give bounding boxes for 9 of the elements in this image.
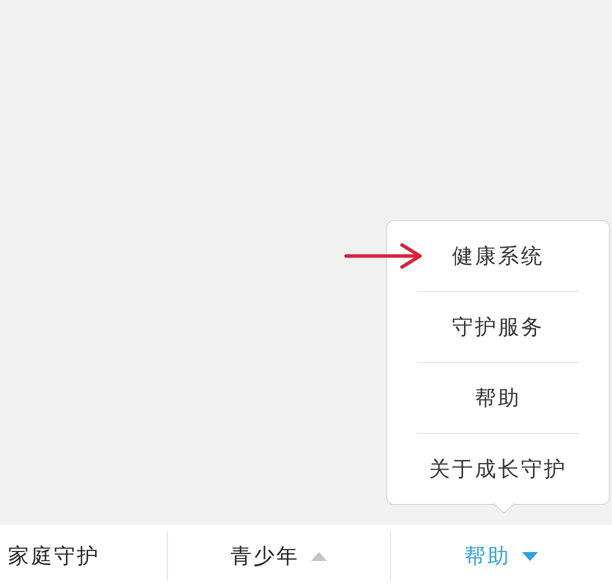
tab-label: 帮助 [464, 543, 510, 570]
tab-label: 家庭守护 [8, 543, 100, 570]
tab-label: 青少年 [230, 543, 300, 570]
menu-item[interactable]: 关于成长守护 [429, 455, 567, 483]
tab[interactable]: 青少年 [226, 538, 332, 574]
tab[interactable]: 家庭守护 [4, 538, 104, 574]
menu-item[interactable]: 守护服务 [452, 313, 544, 341]
menu-item[interactable]: 健康系统 [452, 242, 544, 270]
menu-item[interactable]: 帮助 [475, 384, 521, 412]
